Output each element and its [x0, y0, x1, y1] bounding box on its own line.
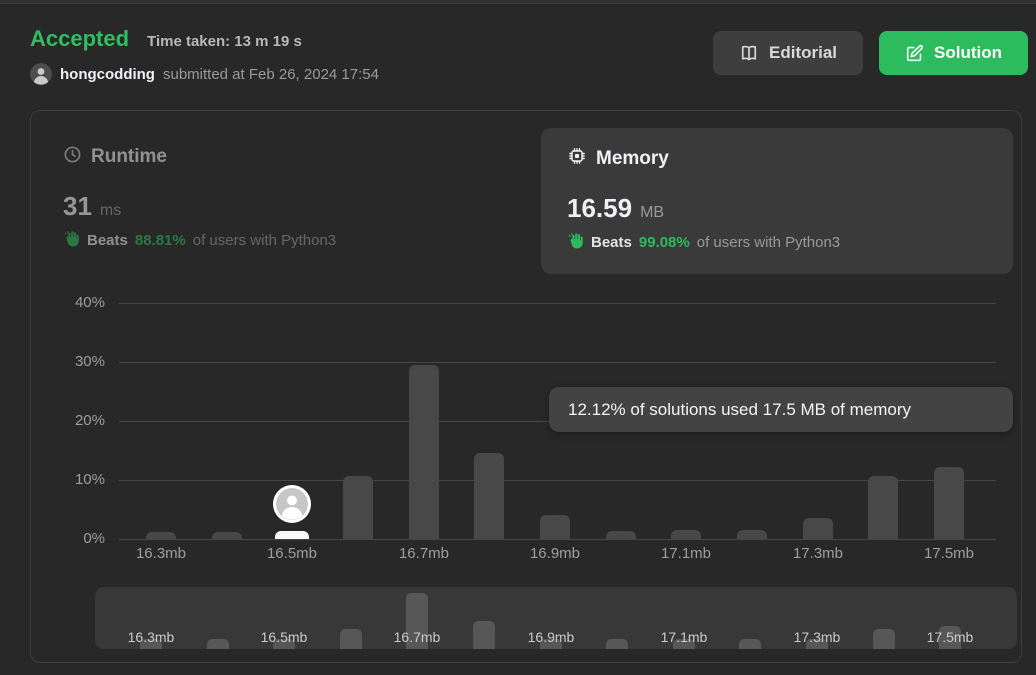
brush-histogram-bar — [473, 621, 495, 649]
histogram-bar[interactable] — [606, 531, 636, 539]
memory-beats-label: Beats — [591, 234, 632, 251]
brush-x-axis-tick: 17.1mb — [660, 629, 708, 645]
brush-histogram-bar — [340, 629, 362, 649]
solution-button-label: Solution — [934, 43, 1002, 62]
submission-header: Accepted Time taken: 13 m 19 s — [30, 26, 302, 52]
brush-histogram-bar — [873, 629, 895, 649]
histogram-bar[interactable] — [671, 530, 701, 539]
user-avatar[interactable] — [30, 63, 52, 85]
memory-title: Memory — [596, 147, 669, 169]
x-axis-tick: 17.1mb — [660, 545, 712, 562]
submitter-row: hongcodding submitted at Feb 26, 2024 17… — [30, 63, 379, 85]
brush-histogram-bar — [606, 639, 628, 649]
gridline — [119, 480, 996, 481]
clock-icon — [63, 145, 82, 169]
brush-x-axis-tick: 17.3mb — [793, 629, 841, 645]
person-icon — [30, 63, 52, 85]
x-axis-tick: 16.3mb — [135, 545, 187, 562]
histogram-bar[interactable] — [868, 476, 898, 539]
runtime-card[interactable]: Runtime 31 ms Beats 88.81% of users with… — [63, 145, 503, 251]
gridline — [119, 303, 996, 304]
x-axis-tick: 16.5mb — [266, 545, 318, 562]
brush-x-axis-tick: 17.5mb — [926, 629, 974, 645]
histogram-bar[interactable] — [212, 532, 242, 539]
person-icon — [276, 488, 308, 520]
y-axis-tick: 40% — [74, 294, 105, 311]
user-position-avatar — [273, 485, 311, 523]
edit-pen-icon — [905, 44, 924, 63]
x-axis-tick: 17.5mb — [923, 545, 975, 562]
brush-histogram-bar — [739, 639, 761, 649]
memory-card[interactable]: Memory 16.59 MB Beats 99.08% of users wi… — [541, 128, 1013, 274]
gridline — [119, 362, 996, 363]
username-link[interactable]: hongcodding — [60, 66, 155, 83]
x-axis-tick: 16.9mb — [529, 545, 581, 562]
runtime-beats-percent: 88.81% — [134, 232, 186, 249]
runtime-unit: ms — [99, 202, 122, 219]
brush-x-axis-tick: 16.9mb — [527, 629, 575, 645]
waving-hand-icon — [63, 230, 80, 251]
memory-unit: MB — [640, 204, 665, 221]
brush-x-axis-tick: 16.7mb — [393, 629, 441, 645]
memory-value: 16.59 — [567, 193, 633, 223]
runtime-value: 31 — [63, 191, 92, 221]
x-axis-tick: 17.3mb — [792, 545, 844, 562]
x-axis-tick: 16.7mb — [398, 545, 450, 562]
gridline — [119, 539, 996, 540]
header-actions: Editorial Solution — [713, 31, 1028, 75]
submitted-at-text: submitted at Feb 26, 2024 17:54 — [162, 65, 379, 83]
editorial-button[interactable]: Editorial — [713, 31, 864, 75]
histogram-bar[interactable] — [409, 365, 439, 539]
top-divider — [0, 0, 1036, 4]
submission-detail-panel: Runtime 31 ms Beats 88.81% of users with… — [30, 110, 1022, 663]
histogram-bar[interactable] — [803, 518, 833, 539]
runtime-title: Runtime — [91, 146, 167, 167]
memory-beats-percent: 99.08% — [638, 234, 690, 251]
y-axis-tick: 0% — [83, 530, 105, 547]
histogram-bar-user[interactable] — [275, 531, 309, 539]
chart-tooltip-text: 12.12% of solutions used 17.5 MB of memo… — [568, 399, 912, 419]
solution-button[interactable]: Solution — [879, 31, 1028, 75]
chart-tooltip: 12.12% of solutions used 17.5 MB of memo… — [549, 387, 1013, 432]
memory-beats-suffix: of users with Python3 — [696, 234, 841, 251]
brush-x-axis-tick: 16.3mb — [127, 629, 175, 645]
brush-histogram-bar — [207, 639, 229, 649]
y-axis-tick: 30% — [74, 353, 105, 370]
editorial-button-label: Editorial — [769, 43, 838, 62]
book-icon — [739, 43, 759, 63]
histogram-bar[interactable] — [540, 515, 570, 539]
histogram-bar[interactable] — [343, 476, 373, 539]
runtime-beats-suffix: of users with Python3 — [192, 232, 337, 249]
histogram-bar[interactable] — [146, 532, 176, 539]
status-accepted: Accepted — [30, 26, 130, 51]
histogram-bar[interactable] — [934, 467, 964, 539]
waving-hand-icon — [567, 232, 584, 253]
histogram-bar[interactable] — [474, 453, 504, 539]
histogram-bar[interactable] — [737, 530, 767, 539]
runtime-beats-label: Beats — [87, 232, 128, 249]
time-taken-label: Time taken: 13 m 19 s — [147, 33, 302, 50]
y-axis-tick: 10% — [74, 471, 105, 488]
brush-x-axis-tick: 16.5mb — [260, 629, 308, 645]
y-axis-tick: 20% — [74, 412, 105, 429]
chip-icon — [567, 146, 587, 171]
chart-brush-navigator[interactable]: 16.3mb 16.5mb 16.7mb 16.9mb 17.1mb 17.3mb 17.5… — [95, 587, 1017, 649]
